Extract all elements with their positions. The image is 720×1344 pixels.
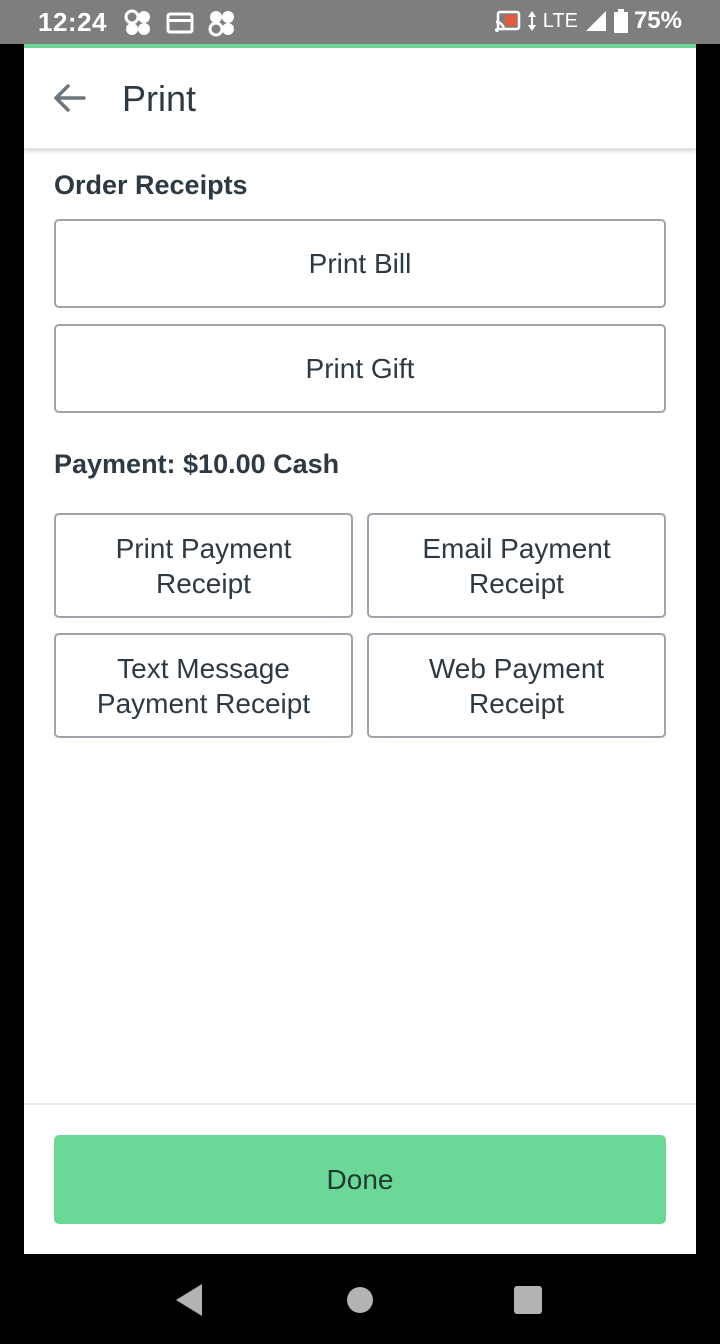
arrow-left-icon [54,84,86,112]
email-payment-receipt-button[interactable]: Email Payment Receipt [367,513,666,618]
print-gift-label: Print Gift [305,353,415,384]
network-type: LTE [542,9,578,32]
button-line: Print Payment [115,532,292,564]
print-screen: Print Order Receipts Print Bill Print Gi… [24,48,696,1254]
card-icon [166,12,194,34]
signal-icon [585,11,606,31]
navigation-bar [0,1254,720,1344]
button-line: Receipt [469,567,564,599]
status-time: 12:24 [38,7,107,37]
order-receipts-label: Order Receipts [54,170,248,200]
cast-icon [494,10,520,32]
done-button[interactable]: Done [54,1135,666,1224]
notification-icons [124,9,236,37]
button-line: Email Payment [422,532,611,564]
print-gift-button[interactable]: Print Gift [54,324,666,413]
print-payment-receipt-button[interactable]: Print Payment Receipt [54,513,353,618]
clover-icon [124,9,150,35]
app-bar: Print [24,48,696,149]
done-label: Done [326,1163,394,1195]
button-line: Text Message [117,652,290,684]
battery-level: 75% [633,7,682,34]
button-line: Payment Receipt [96,687,311,719]
footer-divider [24,1103,696,1105]
payment-label: Payment: $10.00 Cash [54,449,340,479]
recents-square-icon[interactable] [508,1280,548,1320]
status-bar: 12:24 LTE 75% [0,0,720,48]
clover-sync-icon [208,11,234,37]
web-payment-receipt-button[interactable]: Web Payment Receipt [367,633,666,738]
home-circle-icon[interactable] [340,1280,380,1320]
back-triangle-icon[interactable] [170,1280,210,1320]
system-icons: LTE 75% [494,7,682,35]
print-bill-button[interactable]: Print Bill [54,219,666,308]
button-line: Receipt [469,687,564,719]
battery-icon [613,9,628,33]
print-bill-label: Print Bill [308,248,412,279]
button-line: Web Payment [428,652,605,684]
text-message-payment-receipt-button[interactable]: Text Message Payment Receipt [54,633,353,738]
data-arrows-icon [527,11,536,31]
back-button[interactable] [48,76,92,120]
page-title: Print [122,78,197,119]
button-line: Receipt [156,567,251,599]
